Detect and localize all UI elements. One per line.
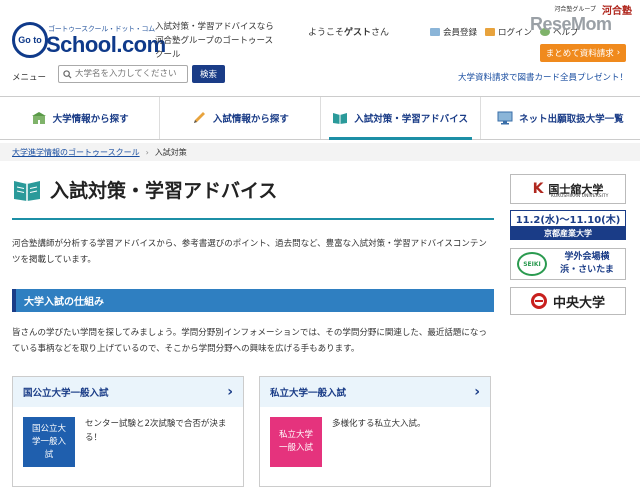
card-title: 私立大学一般入試 xyxy=(270,388,347,399)
card-header[interactable]: 国公立大学一般入試 › xyxy=(13,377,243,407)
search-button[interactable]: 検索 xyxy=(192,65,225,83)
login-label: ログイン xyxy=(498,28,533,38)
chevron-right-icon: › xyxy=(227,384,233,400)
main-nav: 大学情報から探す 入試情報から探す 入試対策・学習アドバイス ネット出願取扱大学… xyxy=(0,96,640,140)
welcome-name: ゲスト xyxy=(344,28,372,38)
welcome-message: ようこそゲストさん xyxy=(308,25,389,38)
title-underline xyxy=(12,218,494,220)
pencil-icon xyxy=(193,112,205,123)
ad-text: 学外会場横浜・さいたま xyxy=(560,252,614,275)
card-tile[interactable]: 国公立大学一般入試 xyxy=(23,417,75,467)
brand-area: 河合塾グループ 河合塾 ReseMom xyxy=(530,4,636,38)
nav-item-online-application[interactable]: ネット出願取扱大学一覧 xyxy=(481,97,640,139)
section-heading: 大学入試の仕組み xyxy=(12,289,494,312)
ad-external-venue[interactable]: SEIKI 学外会場横浜・さいたま xyxy=(510,248,626,280)
card-description: センター試験と2次試験で合否が決まる！ xyxy=(85,419,227,443)
ad-name: 中央大学 xyxy=(552,295,605,311)
open-book-icon xyxy=(333,113,348,124)
card-private-exam[interactable]: 私立大学一般入試 › 私立大学一般入試 多様化する私立大入試。 xyxy=(259,376,491,487)
menu-label: メニュー xyxy=(12,73,47,83)
chevron-right-icon: › xyxy=(474,384,480,400)
card-tile-label: 国公立大学一般入試 xyxy=(31,423,66,460)
welcome-suffix: さん xyxy=(371,28,390,38)
kokushikan-logo-icon: K xyxy=(532,181,544,197)
ad-chuo[interactable]: 中央大学 xyxy=(510,287,626,315)
breadcrumb-current: 入試対策 xyxy=(154,147,187,157)
ad-dates: 11.2(水)〜11.10(木) xyxy=(510,210,626,227)
welcome-prefix: ようこそ xyxy=(308,28,345,38)
request-button-label: まとめて資料請求 xyxy=(545,49,614,59)
card-tile[interactable]: 私立大学一般入試 xyxy=(270,417,322,467)
ad-kokushikan[interactable]: K 国士舘大学 KOKUSHIKAN UNIVERSITY xyxy=(510,174,626,204)
nav-item-advice[interactable]: 入試対策・学習アドバイス xyxy=(321,97,481,140)
login-link[interactable]: ログイン xyxy=(485,26,532,38)
site-tagline: 入試対策・学習アドバイスなら河合塾グループのゴートゥースクール xyxy=(155,22,274,60)
nav-item-exam-info[interactable]: 入試情報から探す xyxy=(160,97,321,139)
register-label: 会員登録 xyxy=(443,28,478,38)
card-description: 多様化する私立大入試。 xyxy=(332,419,426,429)
search-box xyxy=(58,65,188,83)
card-national-exam[interactable]: 国公立大学一般入試 › 国公立大学一般入試 センター試験と2次試験で合否が決まる… xyxy=(12,376,244,487)
breadcrumb-home[interactable]: 大学進学情報のゴートゥースクール xyxy=(12,147,140,158)
breadcrumb: 大学進学情報のゴートゥースクール › 入試対策 xyxy=(0,143,640,161)
register-link[interactable]: 会員登録 xyxy=(430,26,477,38)
logo-wordmark: School.com xyxy=(46,32,166,57)
nav-label: 大学情報から探す xyxy=(52,114,129,125)
ad-kyoto-sangyo[interactable]: 11.2(水)〜11.10(木) 京都産業大学 xyxy=(510,210,626,242)
seiki-logo-icon: SEIKI xyxy=(517,252,547,276)
resemom-watermark: ReseMom xyxy=(530,14,612,34)
ad-subtitle: KOKUSHIKAN UNIVERSITY xyxy=(551,194,609,199)
school-building-icon xyxy=(31,112,46,124)
bulk-request-button[interactable]: まとめて資料請求 › xyxy=(540,44,626,62)
card-title: 国公立大学一般入試 xyxy=(23,388,109,399)
logo-circle-text: Go to xyxy=(18,35,42,45)
monitor-icon xyxy=(497,111,513,125)
promo-link[interactable]: 大学資料請求で図書カード全員プレゼント！ xyxy=(458,71,628,83)
card-tile-label: 私立大学一般入試 xyxy=(278,430,313,453)
nav-label: ネット出願取扱大学一覧 xyxy=(519,114,624,125)
page-title: 入試対策・学習アドバイス xyxy=(12,176,277,203)
site-header: Go to ゴートゥースクール・ドット・コム School.com 入試対策・学… xyxy=(0,0,640,92)
intro-text: 河合塾講師が分析する学習アドバイスから、参考書選びのポイント、過去問など、豊富な… xyxy=(12,239,487,265)
search-input[interactable] xyxy=(75,69,185,79)
section-text: 皆さんの学びたい学問を探してみましょう。学問分野別インフォメーションでは、その学… xyxy=(12,328,487,354)
site-logo[interactable]: Go to ゴートゥースクール・ドット・コム School.com xyxy=(12,18,166,62)
search-icon xyxy=(63,69,72,79)
page-heading: 入試対策・学習アドバイス xyxy=(50,180,278,202)
nav-item-university[interactable]: 大学情報から探す xyxy=(0,97,161,139)
card-header[interactable]: 私立大学一般入試 › xyxy=(260,377,490,407)
chuo-logo-icon xyxy=(530,293,547,309)
nav-label: 入試情報から探す xyxy=(212,114,289,125)
nav-label: 入試対策・学習アドバイス xyxy=(354,114,468,125)
logo-circle-icon: Go to xyxy=(12,22,48,58)
chevron-right-icon: › xyxy=(616,48,621,58)
kawai-group-label: 河合塾グループ xyxy=(554,6,596,13)
breadcrumb-separator: › xyxy=(145,147,149,157)
login-icon xyxy=(485,28,496,36)
open-book-icon xyxy=(14,180,40,201)
ad-venue: 京都産業大学 xyxy=(510,227,626,240)
register-icon xyxy=(430,28,440,36)
